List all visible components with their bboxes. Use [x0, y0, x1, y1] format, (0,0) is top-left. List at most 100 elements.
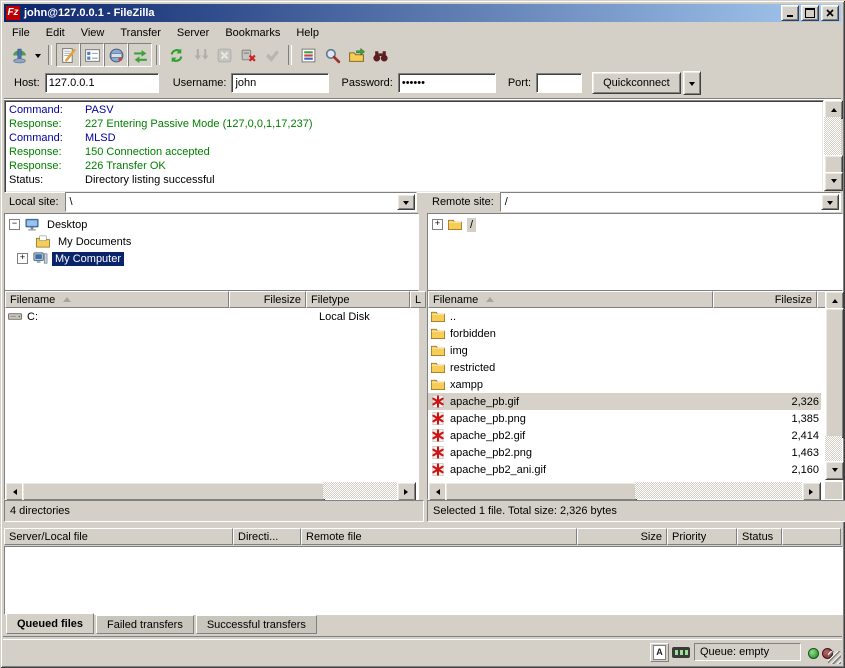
- scroll-right-button[interactable]: [397, 482, 416, 501]
- column-header-lastmodified[interactable]: L: [410, 291, 426, 308]
- process-queue-button[interactable]: [188, 43, 212, 67]
- maximize-button[interactable]: [801, 5, 819, 21]
- file-row[interactable]: forbidden: [428, 325, 821, 342]
- toggle-local-tree-button[interactable]: [80, 43, 104, 67]
- scrollbar-track[interactable]: [825, 436, 842, 463]
- transfer-type-icon[interactable]: A: [650, 643, 669, 662]
- quickconnect-button[interactable]: Quickconnect: [592, 72, 681, 94]
- column-header-server-local-file[interactable]: Server/Local file: [4, 528, 233, 545]
- menu-view[interactable]: View: [73, 25, 113, 41]
- scrollbar-thumb[interactable]: [825, 308, 844, 438]
- file-search-button[interactable]: [320, 43, 344, 67]
- title-bar[interactable]: Fz john@127.0.0.1 - FileZilla: [4, 4, 841, 22]
- disconnect-button[interactable]: [236, 43, 260, 67]
- remote-site-value: /: [501, 196, 821, 208]
- local-horizontal-scrollbar[interactable]: [5, 482, 416, 499]
- tree-item-my-computer[interactable]: + My Computer: [5, 250, 418, 267]
- remote-site-combo[interactable]: /: [500, 192, 841, 212]
- folder-icon: [430, 343, 446, 358]
- scroll-down-button[interactable]: [824, 172, 843, 191]
- tree-item-desktop[interactable]: − Desktop: [5, 216, 418, 233]
- column-header-direction[interactable]: Directi...: [233, 528, 301, 545]
- remote-status-bar: Selected 1 file. Total size: 2,326 bytes: [427, 500, 845, 522]
- menu-file[interactable]: File: [4, 25, 38, 41]
- expand-expander[interactable]: +: [432, 219, 443, 230]
- minimize-button[interactable]: [781, 5, 799, 21]
- menu-server[interactable]: Server: [169, 25, 217, 41]
- queue-tabs: Queued files Failed transfers Successful…: [6, 614, 319, 634]
- refresh-icon: [168, 47, 185, 64]
- synchronized-browsing-button[interactable]: [368, 43, 392, 67]
- reconnect-button[interactable]: [260, 43, 284, 67]
- tab-successful-transfers[interactable]: Successful transfers: [196, 615, 317, 634]
- file-row-selected[interactable]: apache_pb.gif2,326: [428, 393, 821, 410]
- close-button[interactable]: [821, 5, 839, 21]
- username-input[interactable]: [231, 73, 329, 93]
- resize-grip[interactable]: [828, 651, 841, 664]
- remote-horizontal-scrollbar[interactable]: [428, 482, 821, 499]
- local-site-dropdown-button[interactable]: [397, 194, 415, 210]
- menu-transfer[interactable]: Transfer: [112, 25, 169, 41]
- directory-comparison-button[interactable]: [344, 43, 368, 67]
- tree-item-root[interactable]: + /: [428, 216, 842, 233]
- toggle-remote-tree-button[interactable]: [104, 43, 128, 67]
- column-header-filename[interactable]: Filename: [5, 291, 229, 308]
- scrollbar-thumb[interactable]: [22, 482, 325, 501]
- column-header-filetype[interactable]: Filetype: [306, 291, 410, 308]
- tab-failed-transfers[interactable]: Failed transfers: [96, 615, 194, 634]
- file-row[interactable]: ..: [428, 308, 821, 325]
- menu-help[interactable]: Help: [288, 25, 327, 41]
- my-documents-icon: [35, 234, 51, 249]
- file-row[interactable]: apache_pb2.gif2,414: [428, 427, 821, 444]
- file-row[interactable]: xampp: [428, 376, 821, 393]
- file-row[interactable]: apache_pb.png1,385: [428, 410, 821, 427]
- scrollbar-track[interactable]: [635, 482, 804, 499]
- column-header-size[interactable]: Size: [577, 528, 667, 545]
- column-header-filename[interactable]: Filename: [428, 291, 713, 308]
- process-queue-icon: [192, 47, 209, 64]
- cancel-operation-button[interactable]: [212, 43, 236, 67]
- transfer-queue-icon: [132, 47, 149, 64]
- scroll-right-button[interactable]: [802, 482, 821, 501]
- port-input[interactable]: [536, 73, 582, 93]
- directory-listing-filters-button[interactable]: [296, 43, 320, 67]
- refresh-button[interactable]: [164, 43, 188, 67]
- file-row[interactable]: apache_pb2_ani.gif2,160: [428, 461, 821, 478]
- column-header-remote-file[interactable]: Remote file: [301, 528, 577, 545]
- file-row[interactable]: img: [428, 342, 821, 359]
- remote-vertical-scrollbar[interactable]: [825, 291, 842, 480]
- file-row[interactable]: C: Local Disk: [5, 308, 416, 325]
- scrollbar-track[interactable]: [323, 482, 399, 499]
- column-header-priority[interactable]: Priority: [667, 528, 737, 545]
- quickconnect-dropdown-button[interactable]: [683, 71, 701, 95]
- host-input[interactable]: [45, 73, 159, 93]
- scrollbar-thumb[interactable]: [445, 482, 637, 501]
- column-header-status[interactable]: Status: [737, 528, 782, 545]
- column-header-filesize[interactable]: Filesize: [713, 291, 817, 308]
- image-file-icon: [430, 445, 446, 460]
- tree-item-my-documents[interactable]: My Documents: [5, 233, 418, 250]
- menu-edit[interactable]: Edit: [38, 25, 73, 41]
- local-site-combo[interactable]: \: [65, 192, 417, 212]
- site-manager-button[interactable]: [7, 43, 31, 67]
- scroll-down-button[interactable]: [825, 461, 844, 480]
- file-row[interactable]: apache_pb2.png1,463: [428, 444, 821, 461]
- password-input[interactable]: [398, 73, 496, 93]
- port-label: Port:: [508, 77, 531, 89]
- image-file-icon: [430, 411, 446, 426]
- toggle-transfer-queue-button[interactable]: [128, 43, 152, 67]
- disconnect-icon: [240, 47, 257, 64]
- file-row[interactable]: restricted: [428, 359, 821, 376]
- collapse-expander[interactable]: −: [9, 219, 20, 230]
- speed-limits-icon[interactable]: [672, 647, 690, 658]
- filename-cell: restricted: [428, 360, 719, 375]
- log-scrollbar[interactable]: [824, 100, 841, 189]
- column-header-filesize[interactable]: Filesize: [229, 291, 306, 308]
- tab-queued-files[interactable]: Queued files: [6, 613, 94, 634]
- menu-bookmarks[interactable]: Bookmarks: [217, 25, 288, 41]
- site-manager-dropdown-button[interactable]: [31, 43, 44, 67]
- toggle-message-log-button[interactable]: [56, 43, 80, 67]
- image-file-icon: [430, 462, 446, 477]
- expand-expander[interactable]: +: [17, 253, 28, 264]
- remote-site-dropdown-button[interactable]: [821, 194, 839, 210]
